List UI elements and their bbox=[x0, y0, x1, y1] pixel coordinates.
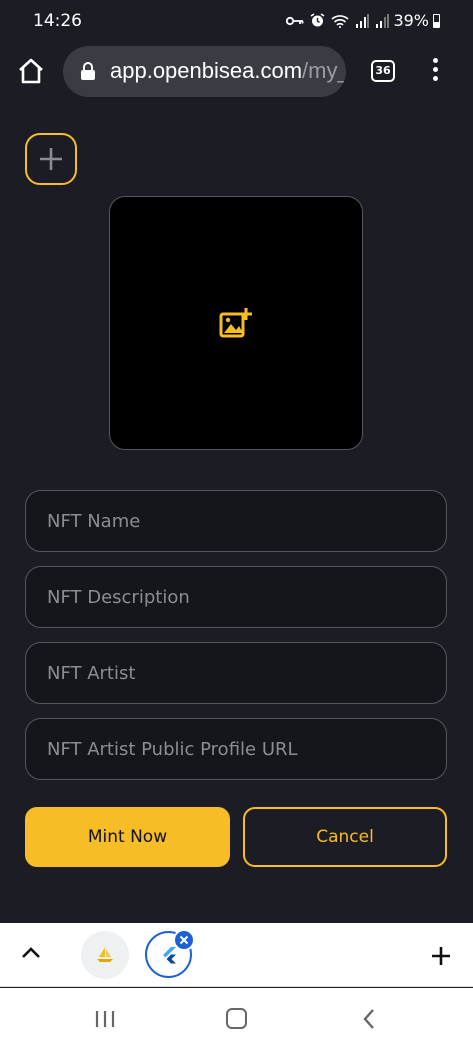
plus-icon bbox=[40, 148, 62, 170]
more-menu-button[interactable] bbox=[425, 58, 445, 86]
alarm-icon bbox=[310, 13, 325, 27]
dot bbox=[432, 58, 438, 63]
mint-now-button[interactable]: Mint Now bbox=[25, 807, 230, 867]
home-icon bbox=[19, 58, 43, 84]
flutter-logo-icon bbox=[162, 946, 176, 963]
dot bbox=[432, 67, 438, 72]
signal-icon bbox=[376, 13, 389, 28]
home-nav-icon[interactable] bbox=[226, 1008, 247, 1029]
chevron-up-icon[interactable] bbox=[20, 945, 42, 961]
recents-icon[interactable] bbox=[94, 1010, 116, 1028]
nft-name-field[interactable] bbox=[25, 490, 447, 552]
browser-toolbar: app.openbisea.com/my_ 36 bbox=[0, 42, 473, 102]
status-time: 14:26 bbox=[33, 11, 82, 31]
nft-name-input[interactable] bbox=[26, 491, 446, 551]
tab-thumbnail-openbisea[interactable] bbox=[81, 931, 129, 979]
key-icon bbox=[286, 16, 304, 25]
cancel-button[interactable]: Cancel bbox=[243, 807, 447, 867]
url-text: app.openbisea.com/my_ bbox=[110, 58, 346, 84]
wifi-icon bbox=[331, 14, 349, 28]
tab-switcher-button[interactable]: 36 bbox=[371, 60, 395, 82]
browser-tab-strip bbox=[0, 923, 473, 987]
nft-artist-url-field[interactable] bbox=[25, 718, 447, 780]
home-button[interactable] bbox=[16, 56, 46, 86]
nft-artist-input[interactable] bbox=[26, 643, 446, 703]
back-icon[interactable] bbox=[362, 1008, 376, 1030]
add-photo-icon bbox=[219, 308, 252, 338]
lock-icon bbox=[81, 62, 95, 80]
dot bbox=[432, 76, 438, 81]
nft-artist-field[interactable] bbox=[25, 642, 447, 704]
close-icon bbox=[179, 935, 189, 945]
ship-logo-icon bbox=[97, 947, 113, 962]
url-domain: app.openbisea.com bbox=[110, 58, 303, 83]
image-upload-area[interactable] bbox=[109, 196, 363, 450]
close-tab-button[interactable] bbox=[173, 929, 195, 951]
battery-icon bbox=[433, 14, 440, 28]
battery-percent: 39% bbox=[393, 11, 429, 30]
status-icons bbox=[286, 13, 389, 28]
signal-icon bbox=[356, 13, 369, 28]
address-bar[interactable]: app.openbisea.com/my_ bbox=[63, 46, 346, 97]
url-path: /my_ bbox=[302, 58, 346, 83]
nft-description-input[interactable] bbox=[26, 567, 446, 627]
system-navigation-bar bbox=[0, 988, 473, 1050]
status-bar: 14:26 39% bbox=[0, 0, 473, 42]
add-button[interactable] bbox=[25, 133, 77, 185]
new-tab-icon[interactable] bbox=[430, 945, 452, 967]
nft-description-field[interactable] bbox=[25, 566, 447, 628]
nft-artist-url-input[interactable] bbox=[26, 719, 446, 779]
